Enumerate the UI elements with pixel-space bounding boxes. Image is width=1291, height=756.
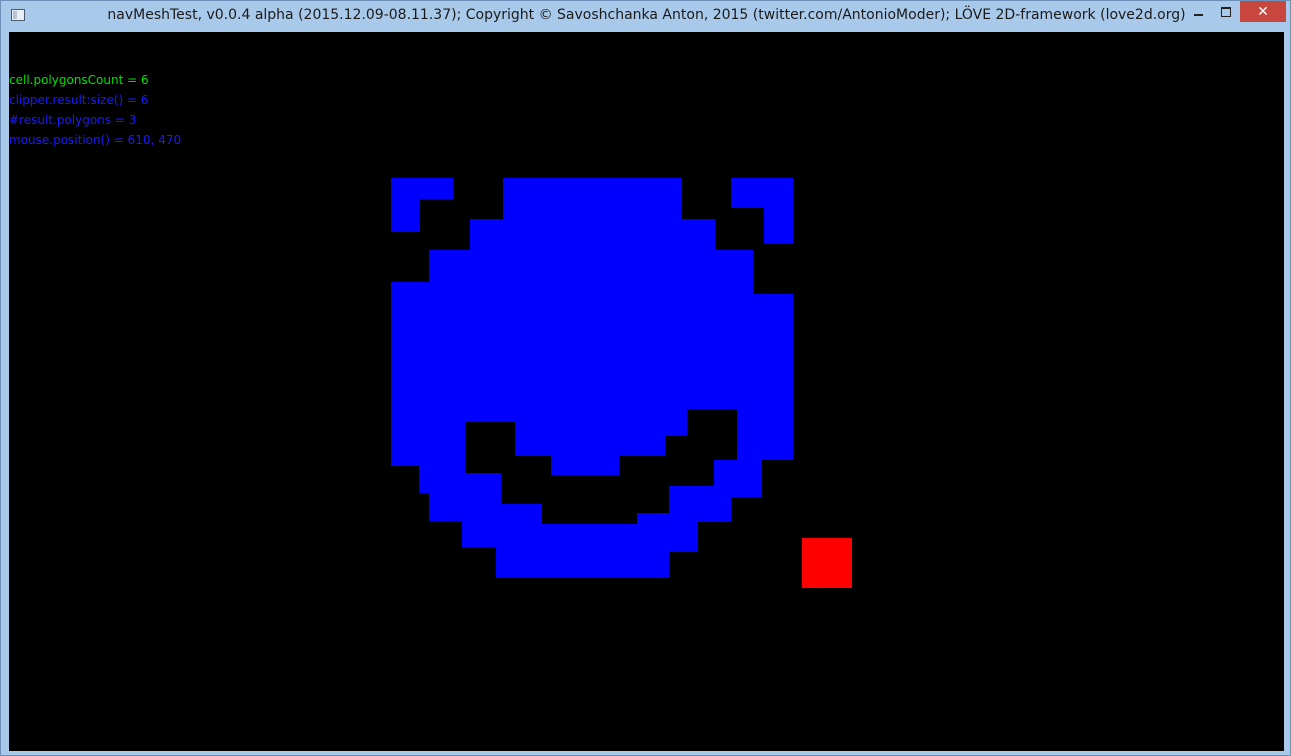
app-window: navMeshTest, v0.0.4 alpha (2015.12.09-08… bbox=[0, 0, 1291, 756]
face-polygon bbox=[737, 409, 793, 460]
debug-overlay: cell.polygonsCount = 6 clipper.result:si… bbox=[9, 70, 181, 150]
close-icon: ✕ bbox=[1257, 3, 1269, 20]
debug-line-result-polygons: #result.polygons = 3 bbox=[9, 113, 137, 127]
debug-line-polygons-count: cell.polygonsCount = 6 bbox=[9, 73, 149, 87]
face-polygon bbox=[674, 282, 724, 329]
close-button[interactable]: ✕ bbox=[1240, 1, 1286, 22]
face-polygon bbox=[515, 422, 665, 456]
face-polygon bbox=[665, 409, 687, 436]
face-polygon bbox=[443, 282, 493, 332]
face-polygon bbox=[429, 250, 753, 283]
nav-mesh-scene bbox=[391, 178, 852, 588]
face-polygon bbox=[551, 456, 619, 475]
game-canvas[interactable]: cell.polygonsCount = 6 clipper.result:si… bbox=[9, 32, 1284, 751]
face-polygon bbox=[492, 282, 674, 332]
face-polygon bbox=[724, 282, 753, 329]
face-polygon bbox=[470, 219, 715, 251]
mouse-cursor-square bbox=[802, 538, 852, 588]
face-polygon bbox=[391, 282, 443, 466]
minimize-button[interactable] bbox=[1184, 1, 1212, 22]
debug-line-mouse-position: mouse.position() = 610, 470 bbox=[9, 133, 182, 147]
debug-line-clipper-size: clipper.result:size() = 6 bbox=[9, 93, 149, 107]
face-polygon bbox=[391, 178, 453, 199]
title-bar[interactable]: navMeshTest, v0.0.4 alpha (2015.12.09-08… bbox=[1, 1, 1290, 32]
face-polygon bbox=[419, 466, 443, 493]
face-polygon bbox=[503, 178, 682, 220]
window-controls: ✕ bbox=[1184, 1, 1286, 23]
face-polygon bbox=[764, 208, 793, 244]
smiley-face-polygons bbox=[391, 178, 793, 578]
face-polygon bbox=[731, 178, 793, 208]
face-polygon bbox=[443, 331, 674, 422]
window-title: navMeshTest, v0.0.4 alpha (2015.12.09-08… bbox=[107, 7, 1186, 23]
face-polygon bbox=[391, 199, 420, 232]
face-polygon bbox=[496, 524, 669, 578]
maximize-button[interactable] bbox=[1212, 1, 1240, 22]
